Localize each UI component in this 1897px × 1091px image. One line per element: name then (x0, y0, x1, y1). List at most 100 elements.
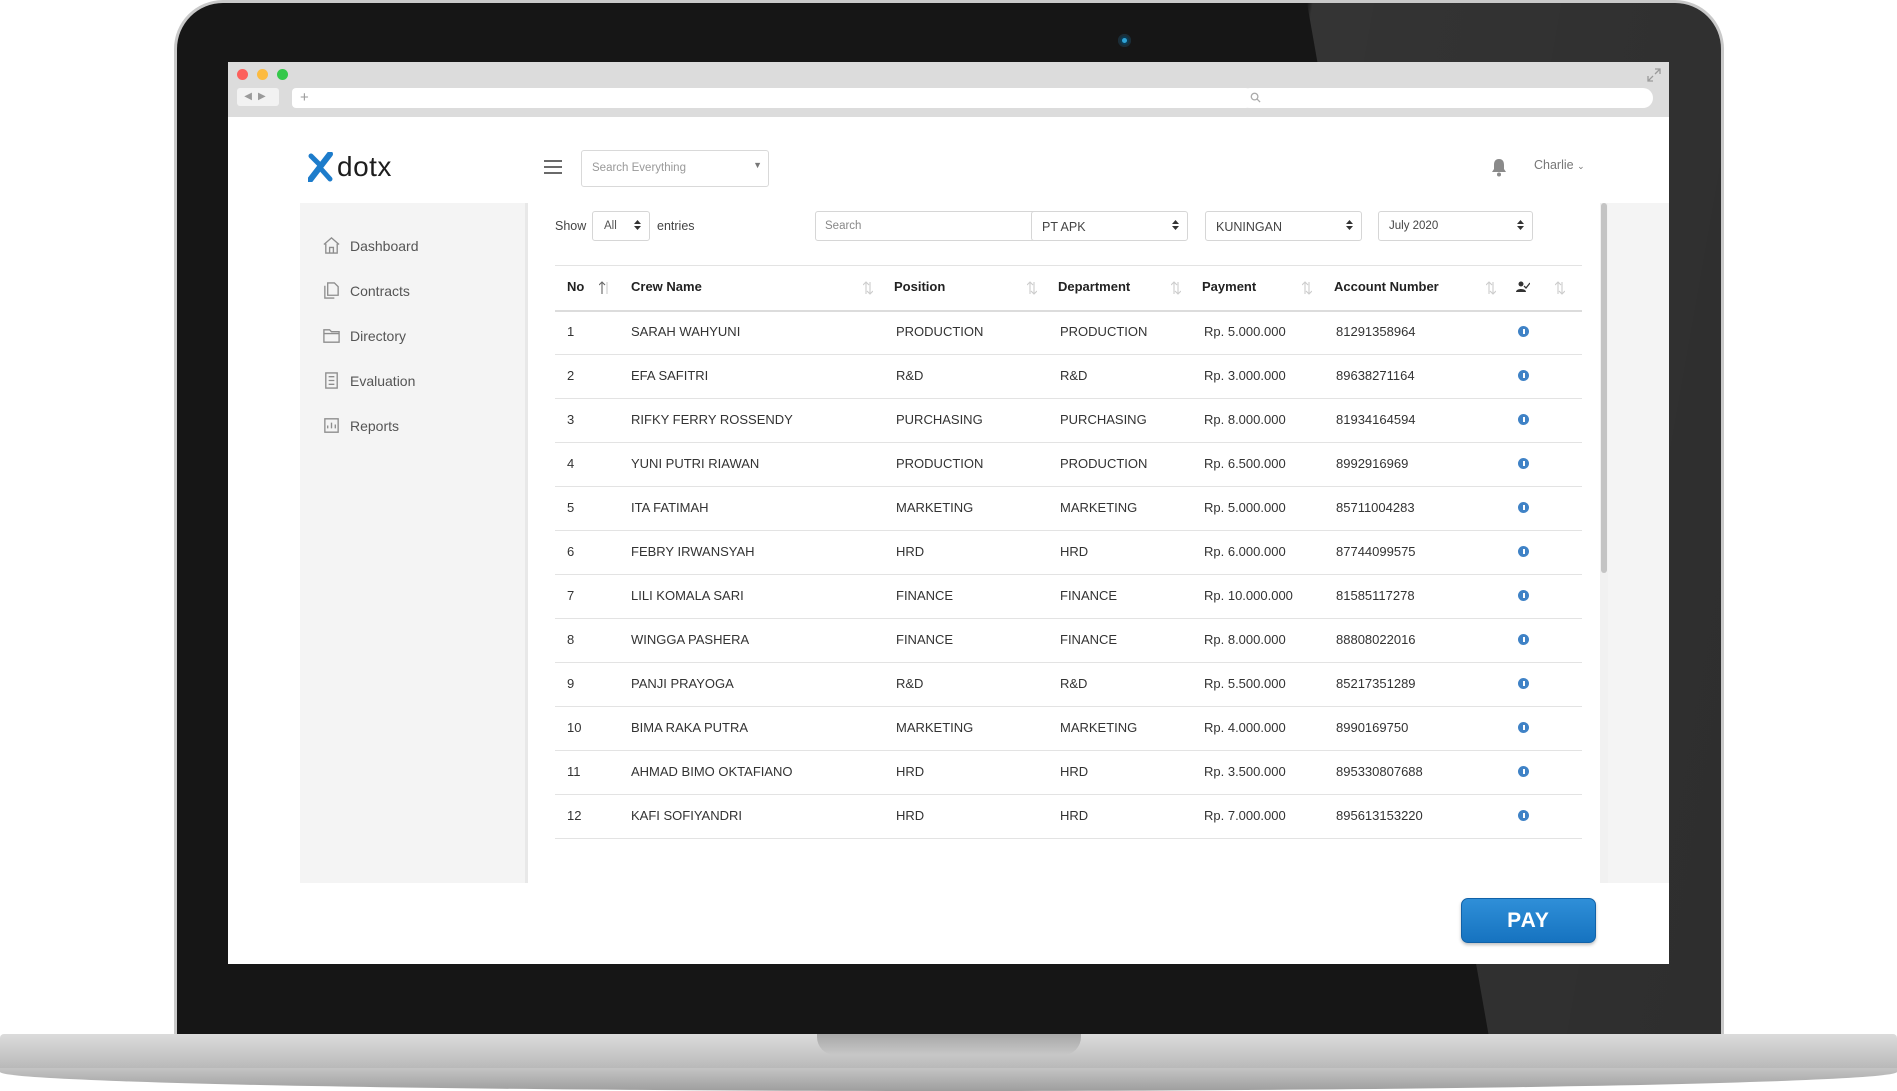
sidebar-item-evaluation[interactable]: Evaluation (300, 358, 525, 403)
info-icon[interactable] (1518, 546, 1529, 557)
scrollbar-thumb[interactable] (1601, 203, 1607, 573)
cell-crew-name: KAFI SOFIYANDRI (631, 808, 742, 823)
minimize-window-button[interactable] (257, 69, 268, 80)
sort-icon[interactable] (1555, 281, 1565, 295)
sidebar-item-dashboard[interactable]: Dashboard (300, 223, 525, 268)
cell-crew-name: YUNI PUTRI RIAWAN (631, 456, 760, 471)
maximize-window-button[interactable] (277, 69, 288, 80)
sort-icon[interactable] (1171, 281, 1181, 295)
column-header-payment[interactable]: Payment (1202, 264, 1256, 310)
table-search-input[interactable]: Search (815, 211, 1059, 241)
sidebar-item-reports[interactable]: Reports (300, 403, 525, 448)
close-window-button[interactable] (237, 69, 248, 80)
user-menu[interactable]: Charlie ⌄ (1534, 158, 1585, 172)
table-row[interactable]: 8 WINGGA PASHERA FINANCE FINANCE Rp. 8.000.0… (555, 618, 1582, 663)
sidebar-item-label: Reports (350, 417, 400, 434)
table-row[interactable]: 1 SARAH WAHYUNI PRODUCTION PRODUCTION Rp. 5.… (555, 310, 1582, 355)
sidebar-item-directory[interactable]: Directory (300, 313, 525, 358)
info-icon[interactable] (1518, 458, 1529, 469)
menu-toggle-icon[interactable] (544, 160, 562, 174)
table-row[interactable]: 3 RIFKY FERRY ROSSENDY PURCHASING PURCHASIN… (555, 398, 1582, 443)
table-row[interactable]: 6 FEBRY IRWANSYAH HRD HRD Rp. 6.000.000 87744… (555, 530, 1582, 575)
table-row[interactable]: 4 YUNI PUTRI RIAWAN PRODUCTION PRODUCTION Rp… (555, 442, 1582, 487)
info-icon[interactable] (1518, 810, 1529, 821)
cell-account-number: 81934164594 (1336, 412, 1416, 427)
logo-mark-icon (308, 152, 333, 182)
cell-account-number: 8990169750 (1336, 720, 1409, 735)
column-header-position[interactable]: Position (894, 264, 945, 310)
sort-updown-icon (1172, 220, 1179, 230)
address-bar[interactable]: + (292, 88, 1250, 108)
cell-crew-name: WINGGA PASHERA (631, 632, 750, 647)
sort-ascending-icon[interactable] (599, 281, 609, 295)
info-icon[interactable] (1518, 766, 1529, 777)
column-header-account-number[interactable]: Account Number (1334, 264, 1439, 310)
company-select[interactable]: PT APK (1031, 211, 1188, 241)
cell-department: MARKETING (1060, 500, 1138, 515)
cell-position: PRODUCTION (896, 324, 984, 339)
cell-payment: Rp. 3.000.000 (1204, 368, 1286, 383)
cell-department: R&D (1060, 368, 1088, 383)
info-icon[interactable] (1518, 634, 1529, 645)
cell-position: FINANCE (896, 632, 954, 647)
user-name: Charlie (1534, 158, 1574, 172)
user-check-icon[interactable] (1516, 280, 1530, 294)
sort-icon[interactable] (1486, 281, 1496, 295)
table-row[interactable]: 12 KAFI SOFIYANDRI HRD HRD Rp. 7.000.000 8956… (555, 794, 1582, 839)
column-header-department[interactable]: Department (1058, 264, 1130, 310)
cell-payment: Rp. 10.000.000 (1204, 588, 1293, 603)
cell-no: 11 (567, 764, 581, 779)
sort-updown-icon (634, 220, 641, 230)
search-everything-input[interactable]: Search Everything ▼ (581, 150, 769, 187)
report-icon (324, 418, 339, 433)
table-row[interactable]: 7 LILI KOMALA SARI FINANCE FINANCE Rp. 10.00… (555, 574, 1582, 619)
cell-account-number: 85711004283 (1336, 500, 1415, 515)
cell-payment: Rp. 4.000.000 (1204, 720, 1286, 735)
company-value: PT APK (1042, 220, 1086, 234)
table-row[interactable]: 2 EFA SAFITRI R&D R&D Rp. 3.000.000 896382711… (555, 354, 1582, 399)
location-select[interactable]: KUNINGAN (1205, 211, 1362, 241)
cell-account-number: 81291358964 (1336, 324, 1416, 339)
new-tab-icon[interactable]: + (300, 88, 309, 108)
cell-no: 2 (567, 368, 575, 383)
column-header-no[interactable]: No (567, 264, 584, 310)
info-icon[interactable] (1518, 414, 1529, 425)
entries-label: entries (657, 219, 695, 233)
table-header-row: No Crew Name Position Department Payment… (555, 264, 1582, 312)
info-icon[interactable] (1518, 678, 1529, 689)
table-row[interactable]: 10 BIMA RAKA PUTRA MARKETING MARKETING Rp. 4… (555, 706, 1582, 751)
logo[interactable]: dotx (308, 150, 392, 184)
right-gutter (1608, 203, 1669, 883)
table-row[interactable]: 5 ITA FATIMAH MARKETING MARKETING Rp. 5.000.… (555, 486, 1582, 531)
info-icon[interactable] (1518, 326, 1529, 337)
sort-icon[interactable] (1302, 281, 1312, 295)
notification-bell-icon[interactable] (1490, 157, 1508, 177)
table-row[interactable]: 9 PANJI PRAYOGA R&D R&D Rp. 5.500.000 8521735… (555, 662, 1582, 707)
sidebar-nav: Dashboard Contracts Directory Evaluation… (300, 223, 525, 448)
sort-updown-icon (1346, 220, 1353, 230)
browser-search-bar[interactable] (1240, 88, 1653, 108)
period-select[interactable]: July 2020 (1378, 211, 1533, 241)
entries-count-select[interactable]: All (592, 211, 650, 241)
info-icon[interactable] (1518, 722, 1529, 733)
browser-chrome: ◀▶ + (228, 62, 1669, 117)
pay-button[interactable]: PAY (1461, 898, 1596, 943)
cell-account-number: 88808022016 (1336, 632, 1416, 647)
info-icon[interactable] (1518, 502, 1529, 513)
sort-icon[interactable] (863, 281, 873, 295)
sort-icon[interactable] (1027, 281, 1037, 295)
cell-no: 3 (567, 412, 575, 427)
cell-position: FINANCE (896, 588, 954, 603)
info-icon[interactable] (1518, 590, 1529, 601)
table-row[interactable]: 11 AHMAD BIMO OKTAFIANO HRD HRD Rp. 3.500.00… (555, 750, 1582, 795)
cell-crew-name: ITA FATIMAH (631, 500, 709, 515)
back-forward-buttons[interactable]: ◀▶ (237, 88, 279, 106)
cell-department: PRODUCTION (1060, 324, 1148, 339)
sidebar-item-contracts[interactable]: Contracts (300, 268, 525, 313)
fullscreen-icon[interactable] (1647, 68, 1661, 82)
search-icon (1250, 92, 1261, 103)
location-value: KUNINGAN (1216, 220, 1282, 234)
info-icon[interactable] (1518, 370, 1529, 381)
column-header-crew-name[interactable]: Crew Name (631, 264, 702, 310)
webcam (1118, 34, 1131, 47)
